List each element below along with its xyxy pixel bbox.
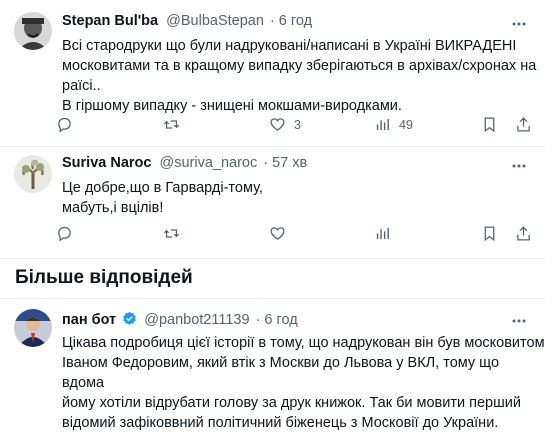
tweet-text-line: Всі стародруки що були надруковані/напис… [62,38,517,54]
like-button[interactable]: 3 [269,116,301,133]
tweet-2[interactable]: Suriva Naroc @suriva_naroc · 57 хв Це до… [0,147,545,258]
avatar[interactable] [14,12,52,50]
tweet-text-line: Це добре,що в Гарварді-тому, [62,180,263,196]
views-icon [376,227,389,240]
tweet-text-line: мабуть,і вцілів! [62,200,164,216]
tweet-text-line: В гіршому випадку - знищені мокшами-виро… [62,98,402,114]
tweet-1[interactable]: Stepan Bul'ba @BulbaStepan · 6 год Всі с… [0,0,545,146]
retweet-button[interactable] [163,116,188,133]
bookmark-button[interactable] [481,116,498,133]
like-button[interactable] [269,225,286,242]
author-name[interactable]: Suriva Naroc [62,155,151,171]
more-replies-heading: Більше відповідей [15,267,193,288]
author-name[interactable]: пан бот [62,312,116,328]
share-button[interactable] [515,225,532,242]
tweet-text-line: Цікава подробиця цієї історії в тому, що… [62,335,545,351]
more-options-icon[interactable] [511,313,527,329]
tweet-actions [56,225,536,245]
reply-button[interactable] [56,116,81,133]
bookmark-icon [484,117,495,133]
heart-icon [270,118,285,131]
heart-icon [270,227,285,240]
divider [0,258,545,259]
verified-badge-icon [123,311,137,325]
bookmark-button[interactable] [481,225,498,242]
retweet-button[interactable] [163,225,180,242]
tweet-text-line: йому хотіли відрубати голову за друк кни… [62,395,521,411]
reply-icon [58,117,71,133]
author-handle[interactable]: @BulbaStepan [166,13,264,29]
like-count: 3 [294,117,301,132]
tweet-text: Це добре,що в Гарварді-тому, мабуть,і вц… [62,178,263,218]
more-options-icon[interactable] [511,16,527,32]
tweet-text-line: раїсі.. [62,78,101,94]
tweet-3[interactable]: пан бот @panbot211139 · 6 год Цікава под… [0,299,545,431]
avatar[interactable] [14,155,52,193]
timestamp[interactable]: · 6 год [270,13,312,29]
tweet-text-line: московитами та в кращому випадку зберіга… [62,58,537,74]
more-options-icon[interactable] [511,158,527,174]
reply-icon [58,226,71,242]
view-count: 49 [399,117,413,132]
tweet-text: Всі стародруки що були надруковані/напис… [62,36,536,116]
retweet-icon [163,229,180,238]
bookmark-icon [484,226,495,242]
author-name[interactable]: Stepan Bul'ba [62,13,158,29]
timestamp[interactable]: · 57 хв [263,155,307,171]
views-button[interactable]: 49 [374,116,413,133]
reply-button[interactable] [56,225,73,242]
retweet-icon [163,120,180,129]
tweet-text: Цікава подробиця цієї історії в тому, що… [62,333,545,433]
share-button[interactable] [515,116,532,133]
views-icon [376,118,389,131]
tweet-text-line: відомий зафіковвний політичний біженець … [62,415,499,431]
tweet-text-line: Іваном Федоровим, який втік з Москви до … [62,355,500,391]
avatar[interactable] [14,309,52,347]
views-button[interactable] [374,225,391,242]
author-handle[interactable]: @panbot211139 [144,312,249,328]
tweet-actions: 3 49 [56,116,536,136]
share-icon [517,117,530,132]
timestamp[interactable]: · 6 год [256,312,298,328]
share-icon [517,226,530,241]
author-handle[interactable]: @suriva_naroc [160,155,258,171]
